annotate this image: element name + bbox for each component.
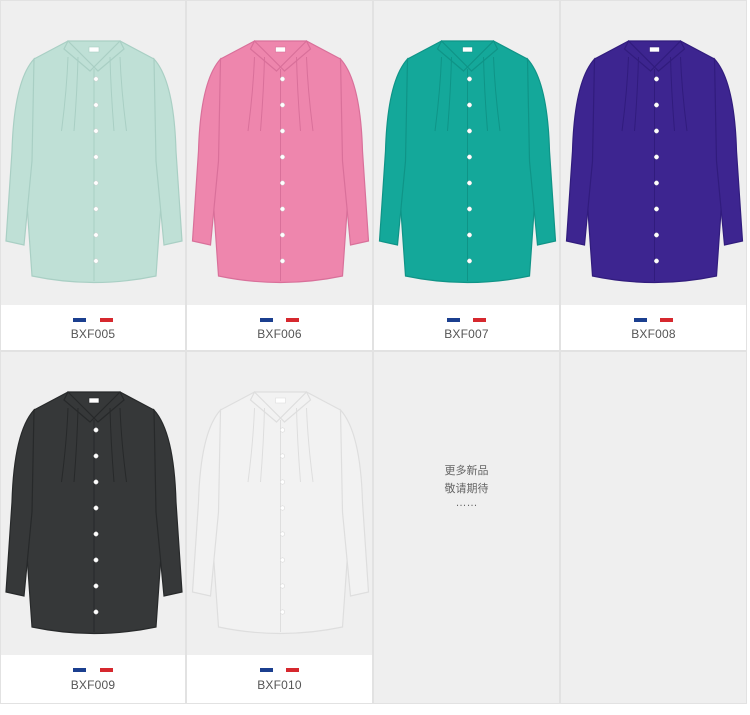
product-card[interactable]: BXF010 — [186, 351, 373, 704]
shirt-illustration — [191, 39, 370, 284]
product-caption: BXF010 — [187, 655, 372, 703]
product-image[interactable] — [1, 1, 185, 307]
product-card[interactable]: BXF007 — [373, 0, 560, 351]
product-caption: BXF006 — [187, 305, 372, 350]
flag-stripe-icon — [259, 668, 300, 672]
coming-soon-card: 更多新品 敬请期待 …… — [373, 351, 560, 704]
product-card[interactable]: BXF009 — [0, 351, 186, 704]
product-code[interactable]: BXF009 — [1, 678, 185, 692]
coming-soon-text: 更多新品 敬请期待 …… — [374, 462, 559, 512]
product-code[interactable]: BXF005 — [1, 327, 185, 341]
flag-stripe-icon — [446, 318, 487, 322]
product-grid: BXF005 BXF006 BXF007 BXF008 BXF009 BXF01… — [0, 0, 750, 715]
product-image[interactable] — [187, 352, 372, 657]
product-image[interactable] — [187, 1, 372, 307]
shirt-illustration — [565, 39, 744, 284]
shirt-illustration — [5, 39, 183, 284]
product-code[interactable]: BXF010 — [187, 678, 372, 692]
product-caption: BXF009 — [1, 655, 185, 703]
flag-stripe-icon — [73, 318, 113, 322]
product-code[interactable]: BXF006 — [187, 327, 372, 341]
product-image[interactable] — [561, 1, 746, 307]
flag-stripe-icon — [259, 318, 300, 322]
flag-stripe-icon — [633, 318, 674, 322]
product-card[interactable]: BXF006 — [186, 0, 373, 351]
coming-soon-ellipsis: …… — [455, 497, 478, 509]
product-caption: BXF008 — [561, 305, 746, 350]
product-caption: BXF007 — [374, 305, 559, 350]
empty-card — [560, 351, 747, 704]
product-caption: BXF005 — [1, 305, 185, 350]
product-code[interactable]: BXF007 — [374, 327, 559, 341]
shirt-illustration — [191, 390, 370, 635]
flag-stripe-icon — [73, 668, 113, 672]
shirt-illustration — [5, 390, 183, 635]
coming-soon-line: 更多新品 — [444, 465, 489, 477]
shirt-illustration — [378, 39, 557, 284]
product-image[interactable] — [374, 1, 559, 307]
product-card[interactable]: BXF008 — [560, 0, 747, 351]
product-card[interactable]: BXF005 — [0, 0, 186, 351]
product-image[interactable] — [1, 352, 185, 657]
product-code[interactable]: BXF008 — [561, 327, 746, 341]
